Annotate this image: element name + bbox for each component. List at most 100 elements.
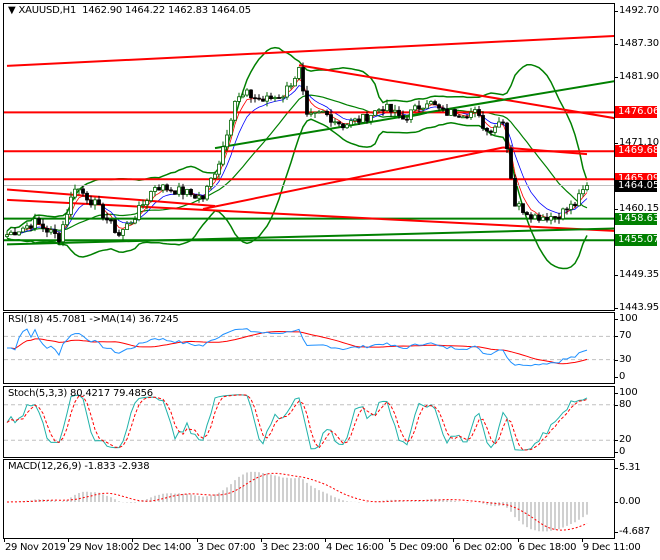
candle-body <box>93 199 97 206</box>
stoch-panel[interactable]: Stoch(5,3,3) 80.4217 79.4856 <box>3 386 615 458</box>
candle-body <box>497 121 501 128</box>
rsi-label: RSI(18) 45.7081 ->MA(14) 36.7245 <box>8 314 179 325</box>
candle-body <box>181 186 185 195</box>
candle-body <box>325 110 329 116</box>
candle-body <box>149 191 153 202</box>
candle-body <box>145 200 149 206</box>
candle-body <box>513 177 517 207</box>
candle-body <box>57 233 61 243</box>
candle-body <box>65 213 69 226</box>
candle-body <box>29 225 33 229</box>
candle-body <box>249 89 253 99</box>
candle-body <box>389 103 393 113</box>
candle-body <box>473 109 477 113</box>
candle-body <box>425 103 429 109</box>
candle-body <box>365 113 369 122</box>
candle-body <box>381 109 385 112</box>
candle-body <box>45 227 49 233</box>
candle-body <box>237 96 241 102</box>
rsi-panel[interactable]: RSI(18) 45.7081 ->MA(14) 36.7245 <box>3 312 615 384</box>
candle-body <box>153 187 157 192</box>
candle-body <box>573 203 577 207</box>
candle-body <box>377 109 381 112</box>
candle-body <box>233 101 237 121</box>
candle-body <box>369 114 373 122</box>
candle-body <box>305 90 309 115</box>
candle-body <box>477 109 481 116</box>
candle-body <box>541 216 545 221</box>
candle-body <box>205 185 209 200</box>
macd-axis-label: 5.31 <box>619 462 641 473</box>
candle-body <box>49 229 53 233</box>
candle-body <box>481 115 485 129</box>
candle-body <box>25 225 29 229</box>
candle-body <box>197 195 201 199</box>
candle-body <box>141 204 145 207</box>
candle-body <box>265 95 269 102</box>
price-axis-label: 1487.30 <box>619 37 659 49</box>
candle-body <box>529 214 533 220</box>
candle-body <box>13 231 17 236</box>
candle-body <box>461 116 465 119</box>
candle-body <box>261 98 265 102</box>
candle-body <box>21 227 25 233</box>
candle-body <box>429 101 433 105</box>
candle-body <box>89 199 93 206</box>
candle-body <box>409 109 413 120</box>
candle-body <box>81 188 85 194</box>
open-value: 1462.90 <box>82 5 123 16</box>
candle-body <box>405 118 409 121</box>
axis-tick <box>614 452 618 453</box>
candle-body <box>33 218 37 229</box>
candle-body <box>549 216 553 221</box>
candle-body <box>177 186 181 195</box>
candle-body <box>577 193 581 207</box>
candle-body <box>353 118 357 122</box>
candle-body <box>41 223 45 229</box>
candle-body <box>581 189 585 195</box>
candle-body <box>333 121 337 124</box>
candle-body <box>469 111 473 118</box>
candle-body <box>73 188 77 198</box>
candle-body <box>189 189 193 196</box>
candle-body <box>117 232 121 236</box>
candle-body <box>5 234 9 237</box>
candle-body <box>17 231 21 236</box>
candle-body <box>169 189 173 192</box>
candle-body <box>393 109 397 113</box>
candle-body <box>285 85 289 98</box>
candle-body <box>345 124 349 129</box>
candle-body <box>421 107 425 110</box>
candle-body <box>257 97 261 100</box>
axis-label: 100 <box>619 313 638 324</box>
rsi-line <box>7 328 588 367</box>
candle-body <box>357 118 361 123</box>
time-axis-label: 6 Dec 18:00 <box>518 542 577 553</box>
candle-body <box>533 214 537 220</box>
candle-body <box>137 205 141 220</box>
macd-axis-label: -4.687 <box>619 526 651 537</box>
candle-body <box>485 127 489 132</box>
candle-body <box>309 112 313 115</box>
macd-panel[interactable]: MACD(12,26,9) -1.833 -2.938 <box>3 459 615 539</box>
time-axis-label: 3 Dec 07:00 <box>197 542 256 553</box>
price-axis-tick <box>614 308 618 309</box>
trendline-support <box>214 80 614 150</box>
price-chart <box>4 35 614 270</box>
axis-tick <box>614 501 618 503</box>
price-panel[interactable]: ▼ XAUUSD,H1 1462.90 1464.22 1462.83 1464… <box>3 3 615 311</box>
axis-label: 0 <box>619 446 626 457</box>
candle-body <box>525 212 529 216</box>
candle-body <box>417 105 421 110</box>
axis-tick <box>614 319 618 320</box>
candle-body <box>77 188 81 191</box>
candle-body <box>101 204 105 219</box>
candle-body <box>97 199 101 206</box>
axis-label: 80 <box>619 398 632 410</box>
macd-signal-line <box>6 472 588 531</box>
collapse-triangle-icon[interactable]: ▼ <box>8 5 16 16</box>
candle-body <box>217 163 221 175</box>
candle-body <box>37 218 41 225</box>
candle-body <box>537 214 541 221</box>
candle-body <box>301 67 305 92</box>
